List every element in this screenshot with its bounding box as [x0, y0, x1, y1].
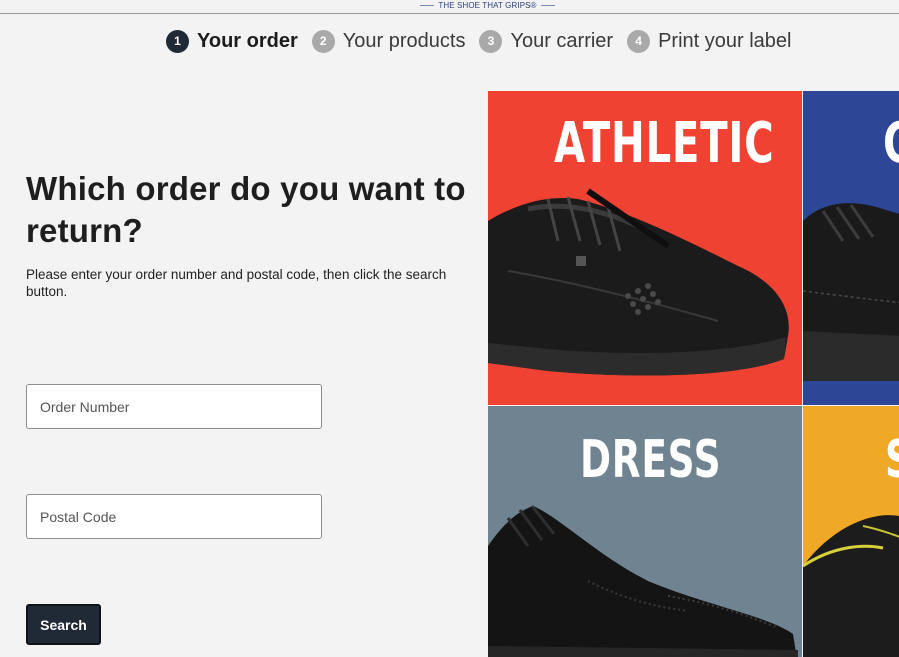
- category-tile-s: S: [803, 406, 899, 657]
- step-label: Your order: [197, 29, 298, 52]
- step-your-carrier: 3 Your carrier: [479, 29, 614, 53]
- page-title: Which order do you want to return?: [26, 170, 466, 249]
- step-label: Your carrier: [510, 29, 614, 52]
- return-portal-page: THE SHOE THAT GRIPS® 1 Your order 2 Your…: [0, 0, 899, 657]
- tagline-rule-left: [420, 5, 435, 6]
- step-label: Print your label: [658, 29, 792, 52]
- category-grid: ATHLETIC C: [488, 91, 899, 657]
- safety-shoe-image: [803, 515, 899, 657]
- progress-stepper: 1 Your order 2 Your products 3 Your carr…: [166, 27, 806, 55]
- step-label: Your products: [342, 29, 466, 52]
- category-tile-dress: DRESS: [488, 406, 802, 657]
- step-number: 4: [627, 29, 651, 53]
- dress-shoe-image: [488, 505, 798, 657]
- brand-tagline: THE SHOE THAT GRIPS®: [420, 0, 555, 11]
- search-button[interactable]: Search: [26, 604, 101, 645]
- brand-header: THE SHOE THAT GRIPS®: [0, 0, 899, 14]
- order-number-input[interactable]: [26, 384, 322, 429]
- category-tile-c: C: [803, 91, 899, 405]
- step-your-order: 1 Your order: [166, 29, 298, 53]
- category-tile-athletic: ATHLETIC: [488, 91, 802, 405]
- step-print-label: 4 Print your label: [627, 29, 792, 53]
- step-number: 3: [479, 29, 503, 53]
- tagline-rule-right: [540, 5, 555, 6]
- step-number: 2: [311, 29, 335, 53]
- tagline-text: THE SHOE THAT GRIPS®: [438, 0, 537, 10]
- postal-code-input[interactable]: [26, 494, 322, 539]
- instructions-text: Please enter your order number and posta…: [26, 267, 447, 299]
- step-your-products: 2 Your products: [311, 29, 466, 53]
- step-number: 1: [166, 29, 189, 53]
- athletic-shoe-image: [488, 188, 789, 376]
- casual-shoe-image: [803, 203, 899, 381]
